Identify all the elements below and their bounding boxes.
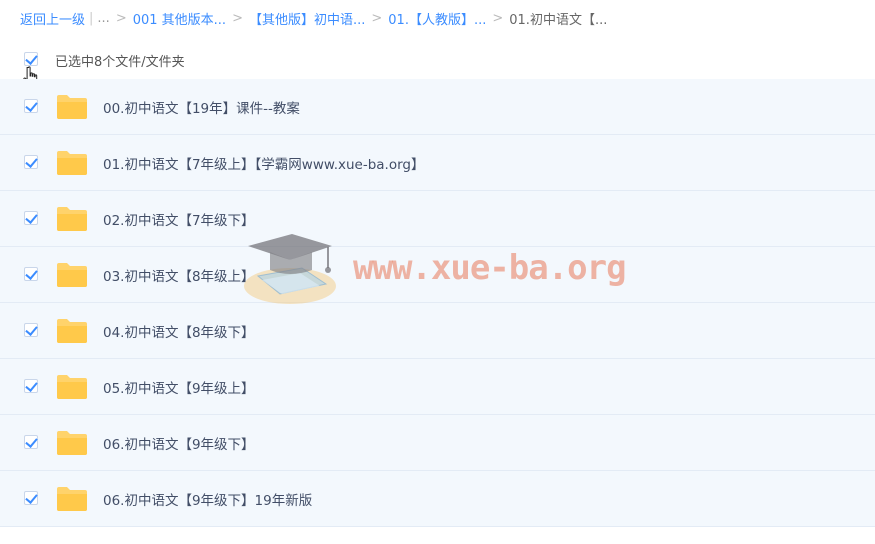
folder-icon bbox=[57, 95, 87, 119]
breadcrumb-separator: > bbox=[232, 10, 243, 26]
file-row[interactable]: 01.初中语文【7年级上】【学霸网www.xue-ba.org】 bbox=[0, 135, 875, 191]
check-icon bbox=[25, 52, 38, 65]
selection-count-text: 已选中8个文件/文件夹 bbox=[55, 55, 185, 70]
check-icon bbox=[25, 99, 38, 112]
breadcrumb-ellipsis[interactable]: ... bbox=[97, 11, 109, 26]
file-name[interactable]: 06.初中语文【9年级下】19年新版 bbox=[103, 489, 312, 509]
file-list: 00.初中语文【19年】课件--教案 01.初中语文【7年级上】【学霸网www.… bbox=[0, 79, 875, 527]
breadcrumb-item[interactable]: 【其他版】初中语... bbox=[249, 9, 365, 28]
row-checkbox[interactable] bbox=[24, 267, 38, 281]
check-icon bbox=[25, 435, 38, 448]
file-row[interactable]: 02.初中语文【7年级下】 bbox=[0, 191, 875, 247]
check-icon bbox=[25, 155, 38, 168]
file-name[interactable]: 03.初中语文【8年级上】 bbox=[103, 265, 255, 285]
folder-icon bbox=[57, 375, 87, 399]
check-icon bbox=[25, 267, 38, 280]
folder-icon bbox=[57, 151, 87, 175]
back-link[interactable]: 返回上一级 bbox=[20, 9, 85, 28]
row-checkbox[interactable] bbox=[24, 211, 38, 225]
select-all-checkbox[interactable] bbox=[24, 52, 38, 66]
folder-icon bbox=[57, 431, 87, 455]
check-icon bbox=[25, 211, 38, 224]
row-checkbox[interactable] bbox=[24, 379, 38, 393]
breadcrumb-current: 01.初中语文【... bbox=[509, 12, 608, 28]
file-row[interactable]: 06.初中语文【9年级下】 bbox=[0, 415, 875, 471]
breadcrumb-separator: > bbox=[115, 10, 127, 26]
folder-icon bbox=[57, 263, 87, 287]
row-checkbox[interactable] bbox=[24, 491, 38, 505]
row-checkbox[interactable] bbox=[24, 155, 38, 169]
folder-icon bbox=[57, 319, 87, 343]
row-checkbox[interactable] bbox=[24, 435, 38, 449]
check-icon bbox=[25, 491, 38, 504]
file-row[interactable]: 05.初中语文【9年级上】 bbox=[0, 359, 875, 415]
file-name[interactable]: 06.初中语文【9年级下】 bbox=[103, 433, 255, 453]
breadcrumb-separator: > bbox=[492, 10, 504, 26]
file-name[interactable]: 01.初中语文【7年级上】【学霸网www.xue-ba.org】 bbox=[103, 153, 424, 173]
folder-icon bbox=[57, 207, 87, 231]
selection-header: 已选中8个文件/文件夹 bbox=[0, 44, 875, 87]
file-row[interactable]: 04.初中语文【8年级下】 bbox=[0, 303, 875, 359]
check-icon bbox=[25, 379, 38, 392]
breadcrumb-separator: > bbox=[371, 10, 383, 26]
breadcrumb: 返回上一级 | ... > 001 其他版本... > 【其他版】初中语... … bbox=[20, 8, 607, 28]
file-row[interactable]: 06.初中语文【9年级下】19年新版 bbox=[0, 471, 875, 527]
breadcrumb-pipe: | bbox=[89, 10, 94, 26]
breadcrumb-item[interactable]: 01.【人教版】... bbox=[388, 9, 486, 28]
file-name[interactable]: 02.初中语文【7年级下】 bbox=[103, 209, 255, 229]
file-row[interactable]: 00.初中语文【19年】课件--教案 bbox=[0, 79, 875, 135]
file-name[interactable]: 04.初中语文【8年级下】 bbox=[103, 321, 255, 341]
folder-icon bbox=[57, 487, 87, 511]
row-checkbox[interactable] bbox=[24, 323, 38, 337]
file-name[interactable]: 05.初中语文【9年级上】 bbox=[103, 377, 255, 397]
breadcrumb-item[interactable]: 001 其他版本... bbox=[133, 9, 226, 28]
file-row[interactable]: 03.初中语文【8年级上】 bbox=[0, 247, 875, 303]
check-icon bbox=[25, 323, 38, 336]
file-name[interactable]: 00.初中语文【19年】课件--教案 bbox=[103, 97, 300, 117]
file-browser: 返回上一级 | ... > 001 其他版本... > 【其他版】初中语... … bbox=[0, 0, 875, 544]
row-checkbox[interactable] bbox=[24, 99, 38, 113]
